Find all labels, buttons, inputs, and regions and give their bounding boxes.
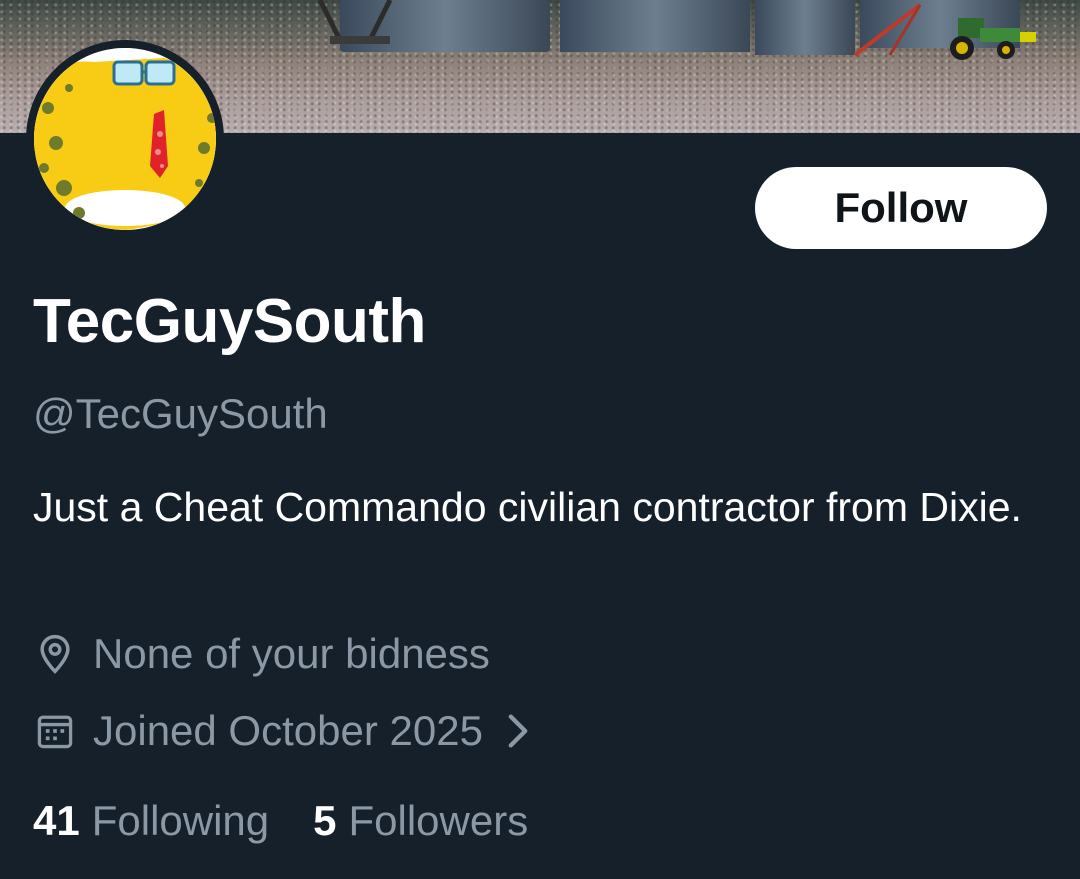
calendar-icon — [37, 715, 73, 749]
profile-location: None of your bidness — [33, 630, 490, 678]
followers-label: Followers — [348, 797, 529, 844]
following-link[interactable]: 41 Following — [33, 797, 269, 845]
profile-joined-date[interactable]: Joined October 2025 — [33, 707, 531, 755]
display-name: TecGuySouth — [33, 287, 426, 356]
profile-avatar[interactable] — [26, 40, 224, 238]
user-handle: @TecGuySouth — [33, 390, 328, 437]
profile-bio: Just a Cheat Commando civilian contracto… — [33, 484, 1022, 530]
avatar-cartoon-image — [34, 48, 216, 230]
machinery-image — [317, 0, 393, 44]
followers-count: 5 — [313, 797, 337, 844]
farm-equipment-image — [853, 3, 922, 57]
followers-link[interactable]: 5 Followers — [313, 797, 528, 845]
profile-stats: 41 Following 5 Followers — [33, 797, 528, 845]
following-count: 41 — [33, 797, 80, 844]
joined-text: Joined October 2025 — [93, 707, 483, 754]
chevron-right-icon[interactable] — [505, 713, 531, 749]
following-label: Following — [91, 797, 270, 844]
location-text: None of your bidness — [93, 630, 490, 677]
follow-button[interactable]: Follow — [755, 167, 1047, 249]
tractor-image — [950, 18, 1036, 60]
map-pin-icon — [40, 634, 70, 674]
